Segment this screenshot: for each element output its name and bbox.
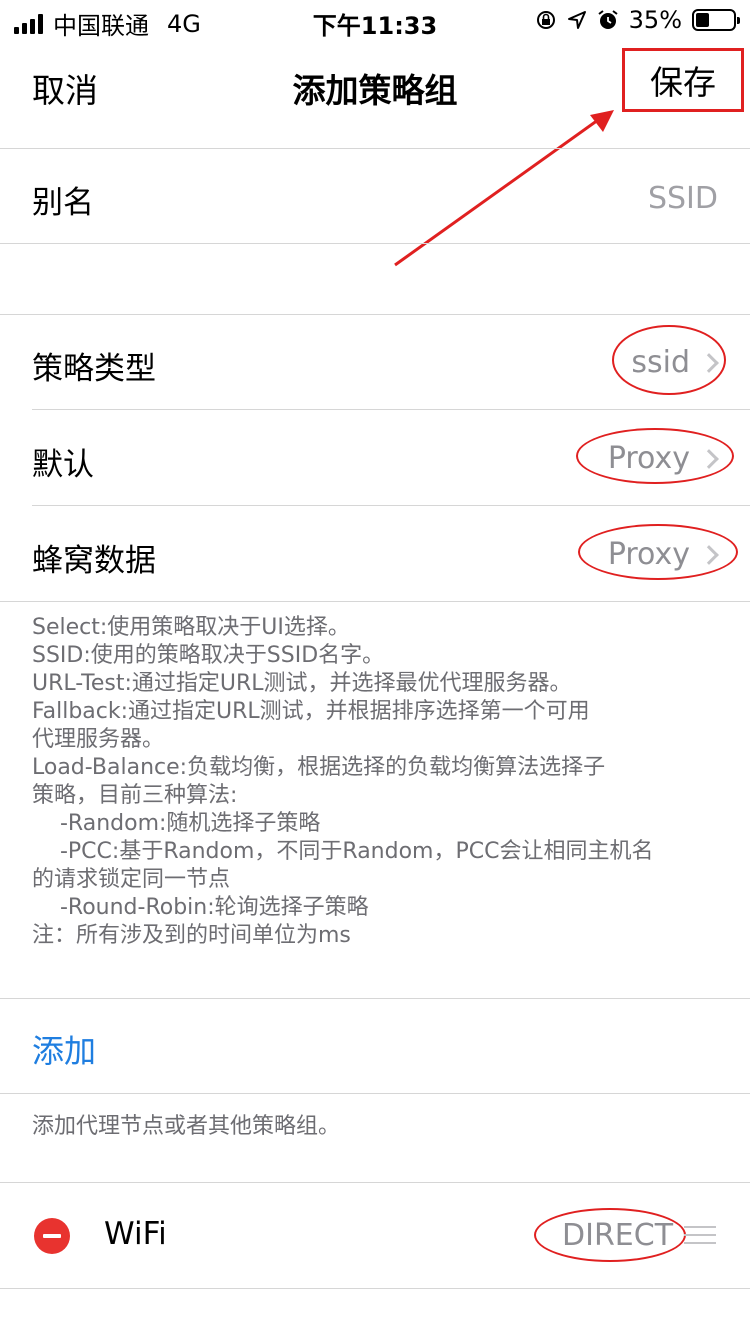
- alias-input[interactable]: SSID: [648, 181, 718, 216]
- policy-type-value: ssid: [631, 345, 690, 380]
- description-line: SSID:使用的策略取决于SSID名字。: [32, 643, 385, 668]
- description-line: -PCC:基于Random，不同于Random，PCC会让相同主机名: [32, 839, 654, 864]
- description-line: 注：所有涉及到的时间单位为ms: [32, 923, 351, 948]
- description-line: 代理服务器。: [32, 727, 165, 752]
- delete-entry-button[interactable]: [34, 1218, 70, 1254]
- description-line: Select:使用策略取决于UI选择。: [32, 615, 350, 640]
- description-line: -Random:随机选择子策略: [32, 811, 321, 836]
- chevron-right-icon: [699, 545, 719, 565]
- default-policy-label: 默认: [32, 447, 94, 483]
- entry-name: WiFi: [104, 1216, 167, 1252]
- description-line: Load-Balance:负载均衡，根据选择的负载均衡算法选择子: [32, 755, 606, 780]
- alias-label: 别名: [32, 185, 94, 221]
- description-line: 的请求锁定同一节点: [32, 867, 231, 892]
- policy-description: Select:使用策略取决于UI选择。 SSID:使用的策略取决于SSID名字。 U…: [32, 614, 732, 950]
- divider: [0, 1288, 750, 1289]
- add-hint: 添加代理节点或者其他策略组。: [32, 1114, 341, 1139]
- description-line: 策略，目前三种算法:: [32, 783, 238, 808]
- description-line: Fallback:通过指定URL测试，并根据排序选择第一个可用: [32, 699, 590, 724]
- default-policy-value: Proxy: [607, 441, 690, 476]
- cellular-policy-label: 蜂窝数据: [32, 543, 156, 579]
- entry-policy: DIRECT: [562, 1218, 674, 1253]
- divider: [0, 243, 750, 244]
- divider: [0, 1182, 750, 1183]
- description-line: -Round-Robin:轮询选择子策略: [32, 895, 369, 920]
- divider: [0, 998, 750, 999]
- chevron-right-icon: [699, 449, 719, 469]
- chevron-right-icon: [699, 353, 719, 373]
- divider: [0, 601, 750, 602]
- cellular-policy-row[interactable]: 蜂窝数据 Proxy: [0, 506, 750, 601]
- description-line: URL-Test:通过指定URL测试，并选择最优代理服务器。: [32, 671, 572, 696]
- cellular-policy-value: Proxy: [607, 537, 690, 572]
- divider: [0, 1093, 750, 1094]
- alias-row[interactable]: 别名 SSID: [0, 149, 750, 243]
- reorder-handle-icon[interactable]: [684, 1226, 716, 1250]
- policy-type-label: 策略类型: [32, 351, 156, 387]
- add-button[interactable]: 添加: [32, 1026, 96, 1072]
- default-policy-row[interactable]: 默认 Proxy: [0, 410, 750, 505]
- policy-type-row[interactable]: 策略类型 ssid: [0, 315, 750, 409]
